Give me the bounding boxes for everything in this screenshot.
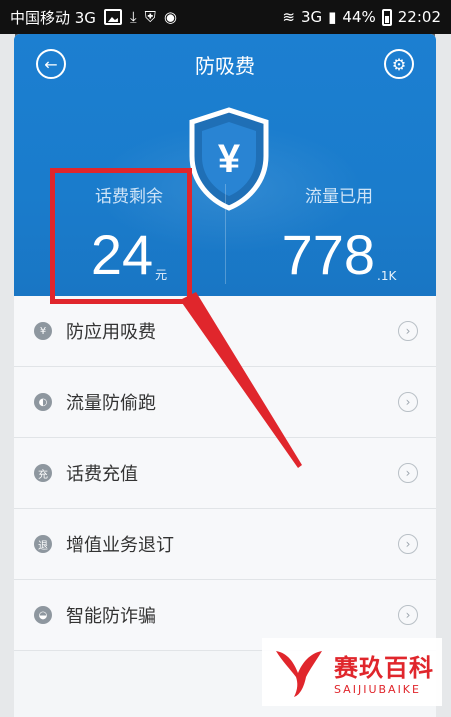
back-arrow-icon: ← [44, 54, 58, 74]
feature-list: ¥ 防应用吸费 › ◐ 流量防偷跑 › 充 话费充值 › 退 增值业务退订 › … [14, 296, 436, 651]
wifi-icon: ≋ [282, 8, 295, 26]
anti-fraud-icon: ◒ [34, 606, 52, 624]
menu-item-label: 防应用吸费 [66, 322, 156, 343]
menu-item-label: 智能防诈骗 [66, 606, 156, 627]
background-app-right [435, 34, 451, 717]
traffic-value: 778 [281, 223, 376, 286]
whale-tail-logo-icon [276, 651, 322, 697]
menu-item-traffic[interactable]: ◐ 流量防偷跑 › [14, 367, 436, 438]
battery-icon [381, 8, 392, 26]
back-button[interactable]: ← [36, 49, 66, 79]
signal-icon: ▮ [328, 8, 337, 26]
title-bar: ← 防吸费 ⚙ [14, 34, 436, 94]
page-title: 防吸费 [195, 53, 255, 78]
stats-divider [225, 184, 226, 284]
unsubscribe-icon: 退 [34, 535, 52, 553]
chevron-right-icon: › [398, 463, 418, 483]
settings-icon: ⚙ [391, 54, 407, 74]
menu-item-app-fee[interactable]: ¥ 防应用吸费 › [14, 296, 436, 367]
background-app-left [0, 34, 15, 717]
recharge-icon: 充 [34, 464, 52, 482]
app-status-icon: ◉ [163, 8, 177, 26]
shield-status-icon: ⛨ [144, 8, 156, 26]
network-type: 3G [300, 8, 323, 26]
watermark-en: SAIJIUBAIKE [334, 683, 421, 696]
traffic-unit: .1K [377, 269, 397, 283]
status-bar: 中国移动 3G ⤓ ⛨ ◉ ≋ 3G ▮ 44% 22:02 [0, 0, 451, 34]
chevron-right-icon: › [398, 392, 418, 412]
carrier-label: 中国移动 3G [10, 8, 96, 27]
download-icon: ⤓ [129, 8, 137, 26]
yen-shield-icon: ¥ [34, 322, 52, 340]
menu-item-label: 话费充值 [66, 464, 138, 485]
watermark: 赛玖百科 SAIJIUBAIKE [262, 638, 442, 706]
menu-item-label: 增值业务退订 [66, 535, 174, 556]
clock: 22:02 [397, 8, 441, 26]
battery-percent: 44% [342, 8, 376, 26]
anti-fee-panel: ← 防吸费 ⚙ ¥ 话费剩余 24 元 流量已用 778 .1K ¥ 防应用吸费… [14, 34, 436, 717]
traffic-stat[interactable]: 流量已用 778 .1K [254, 182, 424, 283]
chevron-right-icon: › [398, 321, 418, 341]
svg-text:¥: ¥ [218, 137, 241, 181]
chevron-right-icon: › [398, 534, 418, 554]
highlight-box [50, 168, 192, 304]
chevron-right-icon: › [398, 605, 418, 625]
traffic-label: 流量已用 [305, 187, 373, 207]
menu-item-recharge[interactable]: 充 话费充值 › [14, 438, 436, 509]
gallery-icon [103, 9, 122, 25]
menu-item-unsubscribe[interactable]: 退 增值业务退订 › [14, 509, 436, 580]
traffic-icon: ◐ [34, 393, 52, 411]
settings-button[interactable]: ⚙ [384, 49, 414, 79]
menu-item-label: 流量防偷跑 [66, 393, 156, 414]
watermark-cn: 赛玖百科 [334, 654, 434, 682]
